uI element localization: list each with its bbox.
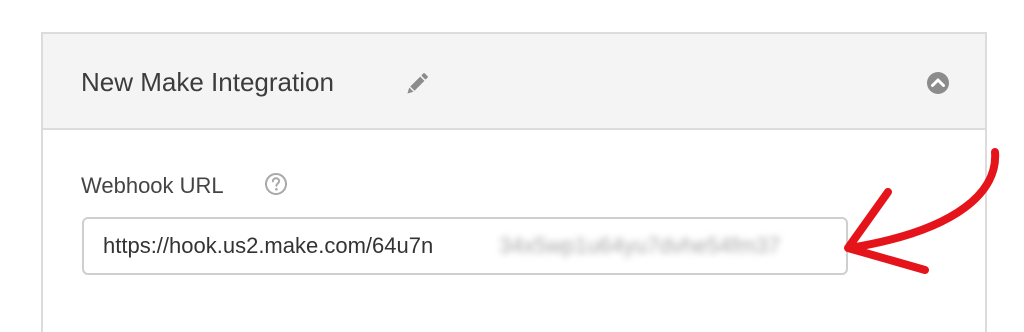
webhook-url-label: Webhook URL xyxy=(81,173,224,198)
webhook-url-obscured: 34x5wp1u64yu7dvhe54fm37 xyxy=(499,233,781,258)
panel-header[interactable]: New Make Integration xyxy=(43,34,985,130)
red-arrow-icon xyxy=(830,140,1010,280)
pencil-icon[interactable] xyxy=(403,70,431,98)
collapse-toggle-icon[interactable] xyxy=(926,71,950,95)
integration-title: New Make Integration xyxy=(81,67,334,97)
question-circle-icon[interactable] xyxy=(264,172,288,196)
webhook-url-input[interactable]: https://hook.us2.make.com/64u7n 34x5wp1u… xyxy=(82,217,848,275)
webhook-url-value: https://hook.us2.make.com/64u7n xyxy=(103,233,434,258)
